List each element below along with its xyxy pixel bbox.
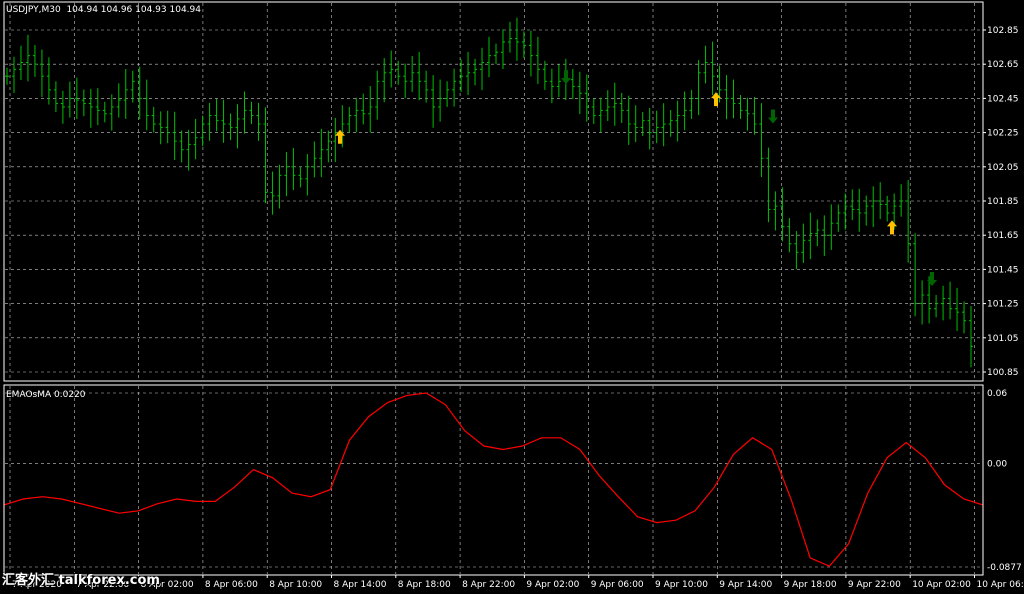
indicator-header: EMAOsMA 0.0220 [6, 390, 86, 401]
x-tick-label: 9 Apr 18:00 [784, 580, 837, 590]
x-tick-label: 9 Apr 14:00 [719, 580, 772, 590]
indicator-tick-label: -0.0877 [987, 563, 1022, 573]
y-tick-label: 102.65 [987, 60, 1019, 70]
y-tick-label: 101.25 [987, 300, 1019, 310]
y-tick-label: 101.65 [987, 231, 1019, 241]
x-tick-label: 8 Apr 06:00 [205, 580, 258, 590]
arrow-down-icon [768, 109, 778, 124]
indicator-panel-frame [3, 384, 984, 576]
price-panel-frame [3, 1, 984, 382]
panel-frames [3, 1, 984, 576]
y-tick-label: 102.85 [987, 26, 1019, 36]
x-tick-label: 8 Apr 18:00 [398, 580, 451, 590]
arrow-down-icon [561, 70, 571, 85]
y-tick-label: 100.85 [987, 368, 1019, 378]
arrow-down-icon [927, 271, 937, 286]
y-tick-label: 101.85 [987, 197, 1019, 207]
chart-canvas[interactable]: 102.85 102.65 102.45 102.25 102.05 101.85 101.… [0, 0, 1024, 594]
indicator-name: EMAOsMA [6, 390, 52, 400]
y-tick-label: 101.45 [987, 265, 1019, 275]
x-tick-label: 9 Apr 22:00 [848, 580, 901, 590]
arrow-up-icon [335, 129, 345, 144]
grid [5, 3, 982, 574]
x-tick-label: 9 Apr 02:00 [526, 580, 579, 590]
x-tick-label: 8 Apr 14:00 [334, 580, 387, 590]
y-tick-label: 102.25 [987, 129, 1019, 139]
chart-window: 102.85 102.65 102.45 102.25 102.05 101.85 101.… [0, 0, 1024, 594]
signal-arrows [335, 70, 937, 286]
y-tick-label: 102.45 [987, 94, 1019, 104]
x-tick-label: 9 Apr 06:00 [591, 580, 644, 590]
price-axis: 102.85 102.65 102.45 102.25 102.05 101.85 101.… [983, 26, 1019, 378]
symbol-label: USDJPY,M30 [6, 5, 61, 15]
indicator-value: 0.0220 [54, 390, 86, 400]
time-axis: 7 Apr 2020 7 Apr 22:00 8 Apr 02:00 8 Apr 06… [9, 575, 1024, 590]
indicator-tick-label: 0.00 [987, 460, 1007, 470]
indicator-tick-label: 0.06 [987, 389, 1007, 399]
oscillator-line [3, 392, 984, 567]
arrow-up-icon [887, 220, 897, 235]
x-tick-label: 10 Apr 06:00 [977, 580, 1024, 590]
chart-header: USDJPY,M30 104.94 104.96 104.93 104.94 [6, 5, 201, 16]
ohlc-values: 104.94 104.96 104.93 104.94 [66, 5, 201, 15]
x-tick-label: 10 Apr 02:00 [912, 580, 971, 590]
indicator-axis: 0.06 0.00 -0.0877 [987, 389, 1022, 573]
x-tick-label: 8 Apr 22:00 [462, 580, 515, 590]
y-tick-label: 101.05 [987, 334, 1019, 344]
x-tick-label: 8 Apr 10:00 [269, 580, 322, 590]
oscillator-panel [3, 392, 984, 567]
watermark: 汇客外汇 talkforex.com [2, 573, 160, 588]
price-bars [5, 17, 974, 368]
x-tick-label: 9 Apr 10:00 [655, 580, 708, 590]
y-tick-label: 102.05 [987, 163, 1019, 173]
